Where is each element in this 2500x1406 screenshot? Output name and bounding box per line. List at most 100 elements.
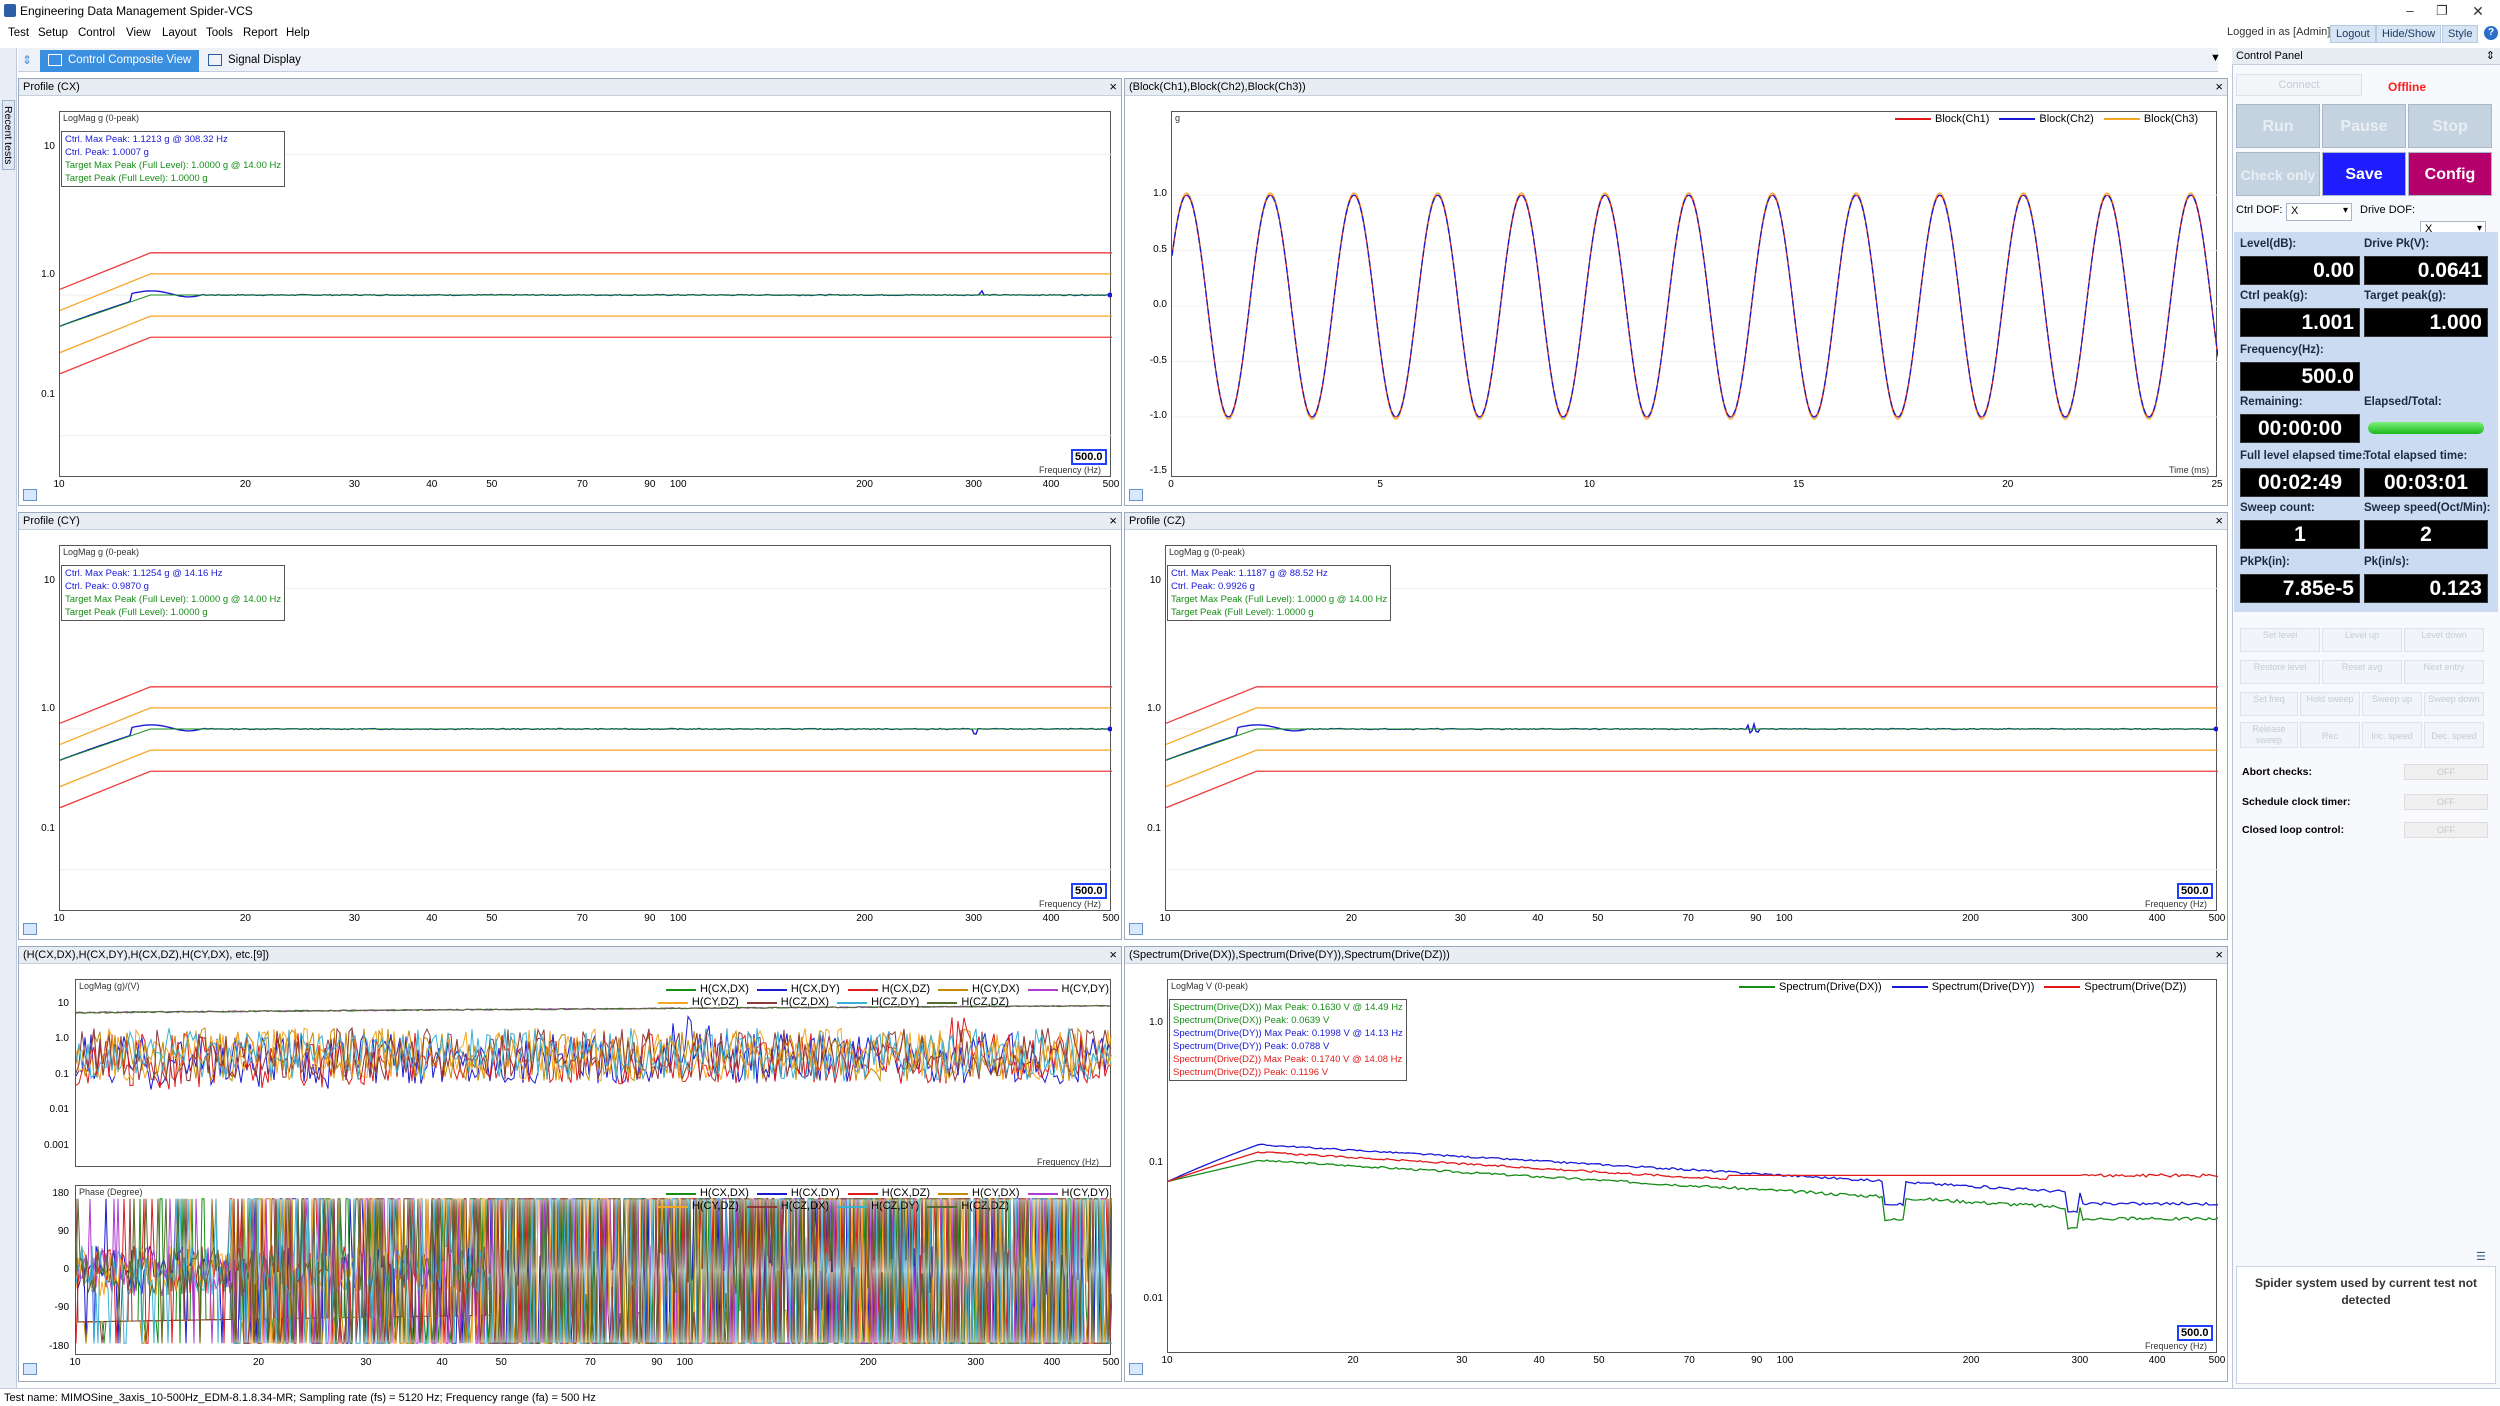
tab-control-composite-view[interactable]: Control Composite View [40, 50, 200, 72]
system-message: Spider system used by current test not d… [2254, 1276, 2478, 1307]
chart-tools-icon[interactable] [23, 1363, 37, 1375]
block-plot[interactable] [1171, 111, 2219, 477]
ctrl-peak-label: Ctrl peak(g): [2240, 290, 2308, 302]
x-tick: 5 [1377, 479, 1383, 490]
block-chart [1171, 192, 2219, 420]
panel-title: Profile (CY) [23, 515, 80, 527]
run-button[interactable]: Run [2236, 104, 2320, 148]
reset-avg-button[interactable]: Reset avg [2322, 660, 2402, 684]
menu-help[interactable]: Help [286, 27, 310, 39]
config-button[interactable]: Config [2408, 152, 2492, 196]
close-panel-icon[interactable]: × [1109, 513, 1117, 528]
legend-label: H(CZ,DZ) [961, 1200, 1009, 1212]
x-tick: 30 [1454, 913, 1466, 924]
legend-rows: H(CX,DX) H(CX,DY) H(CX,DZ) H(CY,DX) H(CY,DY)… [609, 1187, 1109, 1213]
legend-label: H(CY,DX) [972, 1187, 1020, 1199]
menu-test[interactable]: Test [8, 27, 29, 39]
menu-setup[interactable]: Setup [38, 27, 68, 39]
legend-item: Block(Ch2) [1999, 113, 2094, 125]
maximize-icon[interactable]: ❐ [2428, 3, 2456, 19]
restore-level-button[interactable]: Restore level [2240, 660, 2320, 684]
tab-signal-display[interactable]: Signal Display [200, 50, 309, 72]
close-panel-icon[interactable]: × [2215, 79, 2223, 94]
x-axis-label: Frequency (Hz) [1039, 899, 1102, 909]
chart-tools-icon[interactable] [23, 489, 37, 501]
elapsed-total-label: Elapsed/Total: [2364, 396, 2442, 408]
legend-item: H(CX,DX) [665, 983, 749, 996]
level-readout: 0.00 [2240, 256, 2360, 285]
inc-speed-button[interactable]: Inc. speed [2362, 722, 2422, 748]
stop-button[interactable]: Stop [2408, 104, 2492, 148]
close-icon[interactable]: ✕ [2464, 3, 2492, 20]
legend: Spectrum(Drive(DX)) Spectrum(Drive(DY)) … [1739, 981, 2186, 993]
menu-layout[interactable]: Layout [162, 27, 197, 39]
level-down-button[interactable]: Level down [2404, 628, 2484, 652]
chart-tools-icon[interactable] [23, 923, 37, 935]
rec-button[interactable]: Rec [2300, 722, 2360, 748]
x-tick: 20 [239, 479, 251, 490]
x-tick: 70 [1682, 913, 1694, 924]
logout-button[interactable]: Logout [2330, 25, 2376, 43]
save-button[interactable]: Save [2322, 152, 2406, 196]
tab-label: Signal Display [228, 54, 301, 66]
close-panel-icon[interactable]: × [1109, 947, 1117, 962]
minimize-icon[interactable]: – [2396, 3, 2424, 18]
sweep-up-button[interactable]: Sweep up [2362, 692, 2422, 716]
block-panel: (Block(Ch1),Block(Ch2),Block(Ch3)) × g Bl… [1124, 78, 2228, 506]
hide-show-button[interactable]: Hide/Show [2376, 25, 2442, 43]
menu-view[interactable]: View [126, 27, 151, 39]
release-sweep-button[interactable]: Release sweep [2240, 722, 2298, 748]
style-button[interactable]: Style [2442, 25, 2479, 43]
y-axis-label-phase: Phase (Degree) [79, 1187, 143, 1197]
legend-item: H(CZ,DZ) [927, 1200, 1009, 1213]
hold-sweep-button[interactable]: Hold sweep [2300, 692, 2360, 716]
y-axis-label: LogMag g (0-peak) [63, 547, 140, 557]
next-entry-button[interactable]: Next entry [2404, 660, 2484, 684]
list-icon[interactable]: ☰ [2476, 1250, 2486, 1263]
pin-icon[interactable]: ⇕ [2486, 49, 2495, 62]
legend-label: H(CX,DY) [790, 983, 840, 995]
x-tick: 10 [53, 479, 65, 490]
chart-tools-icon[interactable] [1129, 489, 1143, 501]
connect-button[interactable]: Connect [2236, 74, 2362, 96]
tab-label: Control Composite View [68, 54, 192, 66]
tab-overflow-icon[interactable]: ▼ [2210, 52, 2221, 64]
signal-display-icon [208, 54, 222, 66]
info-line: Spectrum(Drive(DZ)) Max Peak: 0.1740 V @… [1173, 1054, 1403, 1065]
sweep-down-button[interactable]: Sweep down [2424, 692, 2484, 716]
chart-tools-icon[interactable] [1129, 1363, 1143, 1375]
legend-phase: H(CX,DX) H(CX,DY) H(CX,DZ) H(CY,DX) H(CY,DY)… [609, 1187, 1109, 1213]
legend-item: H(CY,DX) [938, 1187, 1020, 1200]
x-tick: 100 [676, 1357, 694, 1368]
close-panel-icon[interactable]: × [1109, 79, 1117, 94]
abort-checks-toggle[interactable]: OFF [2404, 764, 2488, 780]
legend-swatch [1895, 118, 1931, 120]
menu-control[interactable]: Control [78, 27, 115, 39]
check-only-button[interactable]: Check only [2236, 152, 2320, 196]
pause-button[interactable]: Pause [2322, 104, 2406, 148]
set-level-button[interactable]: Set level [2240, 628, 2320, 652]
ctrl-dof-select[interactable]: X [2286, 203, 2352, 221]
legend-item: H(CY,DZ) [657, 1200, 739, 1213]
dec-speed-button[interactable]: Dec. speed [2424, 722, 2484, 748]
close-panel-icon[interactable]: × [2215, 947, 2223, 962]
set-freq-button[interactable]: Set freq [2240, 692, 2298, 716]
help-icon[interactable]: ? [2484, 26, 2498, 40]
legend-item: Block(Ch1) [1895, 113, 1989, 125]
legend-label: H(CZ,DZ) [961, 996, 1009, 1008]
level-up-button[interactable]: Level up [2322, 628, 2402, 652]
profile-cx-panel: Profile (CX) × LogMag g (0-peak) Ctrl. Ma… [18, 78, 1122, 506]
recent-tests-sidebar: Recent tests [0, 48, 17, 1396]
chart-tools-icon[interactable] [1129, 923, 1143, 935]
close-panel-icon[interactable]: × [2215, 513, 2223, 528]
menu-tools[interactable]: Tools [206, 27, 233, 39]
pin-icon[interactable]: ⇕ [22, 53, 36, 67]
menu-report[interactable]: Report [243, 27, 278, 39]
closed-loop-toggle[interactable]: OFF [2404, 822, 2488, 838]
y-tick: 0.1 [1147, 823, 1161, 834]
recent-tests-tab[interactable]: Recent tests [2, 100, 15, 170]
x-tick: 40 [1532, 913, 1544, 924]
sweep-speed-label: Sweep speed(Oct/Min): [2364, 502, 2491, 514]
x-tick: 10 [1159, 913, 1171, 924]
schedule-timer-toggle[interactable]: OFF [2404, 794, 2488, 810]
